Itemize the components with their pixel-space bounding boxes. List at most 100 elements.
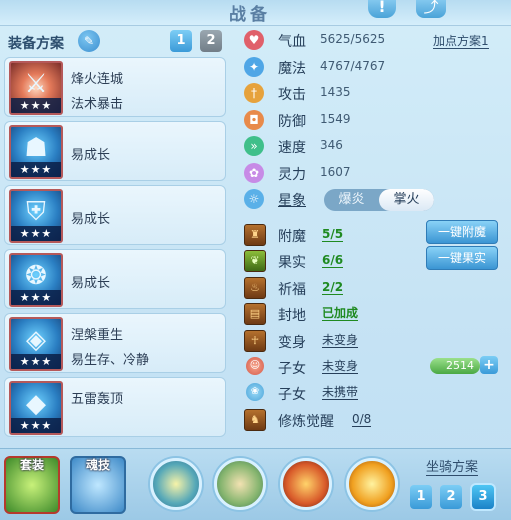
- mount-plan-label[interactable]: 坐骑方案: [426, 460, 479, 476]
- stat-value: 1435: [320, 85, 351, 99]
- equip-plan-tab-1[interactable]: 1: [170, 30, 192, 52]
- stat-value: 1549: [320, 111, 351, 126]
- star-rating: ★★★: [11, 290, 61, 305]
- stat-value: 5625/5625: [320, 32, 386, 46]
- defense-icon: ◘: [244, 109, 264, 130]
- page-title: 战备: [229, 5, 271, 25]
- equipment-trait: 易成长: [71, 212, 111, 227]
- enhance-label: 子女: [278, 387, 306, 404]
- enhance-label: 变身: [278, 334, 306, 351]
- enhance-label: 封地: [278, 308, 306, 325]
- enhance-value[interactable]: 0/8: [352, 412, 372, 427]
- enhance-row-transform: ☥ 变身 未变身: [240, 328, 505, 354]
- speed-icon: »: [244, 136, 264, 156]
- one-click-enchant-button[interactable]: 一键附魔: [426, 220, 498, 244]
- territory-icon: ▤: [244, 303, 266, 326]
- attribute-stats: ♥ 气血 5625/5625 加点方案1 ✦ 魔法 4767/4767 † 攻击…: [240, 28, 505, 214]
- blue-belt-icon: ◈ ★★★: [9, 317, 63, 371]
- bless-icon: ♨: [244, 276, 266, 299]
- equipment-slot-necklace[interactable]: ❂ ★★★ 易成长: [4, 249, 226, 309]
- blue-helmet-icon: ☗ ★★★: [9, 125, 63, 179]
- mount-plan-tab-1[interactable]: 1: [410, 485, 432, 509]
- soul-skill-label: 魂技: [86, 458, 111, 472]
- enchant-icon: ♜: [244, 224, 266, 246]
- enhance-row-child-carry: ❀ 子女 未携带: [240, 380, 505, 406]
- wind-orb-icon[interactable]: [150, 458, 202, 510]
- star-rating: ★★★: [11, 354, 61, 369]
- enhance-value[interactable]: 未携带: [322, 386, 359, 401]
- spirit-icon: ✿: [244, 162, 264, 183]
- share-icon[interactable]: ⤴: [416, 0, 446, 18]
- stat-label: 气血: [278, 34, 306, 50]
- equipment-name: 涅槃重生: [71, 328, 124, 343]
- stat-label: 攻击: [278, 87, 306, 103]
- enhance-label: 修炼觉醒: [278, 413, 334, 430]
- stat-row-speed: » 速度 346: [240, 134, 505, 161]
- enhance-value: 2/2: [322, 279, 344, 295]
- enhance-label: 祈福: [278, 281, 306, 298]
- stat-label: 防御: [278, 113, 306, 130]
- attack-icon: †: [244, 83, 264, 103]
- enhance-label: 子女: [278, 360, 306, 377]
- stat-value: 4767/4767: [320, 58, 386, 73]
- equipment-name: 五雷轰顶: [71, 392, 124, 407]
- fruit-icon: ❦: [244, 250, 266, 273]
- equipment-name: 烽火连城: [71, 72, 124, 87]
- enhancement-list: ♜ 附魔 5/5 一键附魔 ❦ 果实 6/6 一键果实 ♨ 祈福 2/2 ▤ 封…: [240, 220, 505, 433]
- equipment-slot-armor[interactable]: ⛨ ★★★ 易成长: [4, 185, 226, 245]
- equipment-trait: 易成长: [71, 276, 111, 291]
- stat-row-attack: † 攻击 1435: [240, 81, 505, 108]
- element-option-zhanghuo[interactable]: 掌火: [379, 189, 434, 211]
- enhance-row-territory: ▤ 封地 已加成: [240, 301, 505, 327]
- star-rating: ★★★: [11, 418, 61, 433]
- stat-value: 346: [320, 138, 343, 152]
- enhance-value: 6/6: [322, 253, 344, 269]
- star-sign-row: ☼ 星象 爆炎 掌火: [240, 187, 505, 214]
- blue-boots-icon: ◆ ★★★: [9, 381, 63, 435]
- paw-icon: ❀: [246, 383, 264, 402]
- battle-prep-panel: 战备 ! ⤴ 装备方案 ✎ 1 2 ⚔ ★★★ 烽火连城 法术暴击 ☗ ★★★ …: [0, 0, 511, 520]
- mount-plan-tab-2[interactable]: 2: [440, 485, 462, 509]
- flame-burst-orb-icon[interactable]: [346, 458, 398, 510]
- stat-label: 速度: [278, 140, 306, 156]
- child-power-bar: 2514: [430, 357, 480, 374]
- element-toggle[interactable]: 爆炎 掌火: [324, 189, 434, 211]
- stat-row-mp: ✦ 魔法 4767/4767: [240, 55, 505, 82]
- equipment-slot-boots[interactable]: ◆ ★★★ 五雷轰顶: [4, 377, 226, 437]
- fire-sword-icon: ⚔ ★★★: [9, 61, 63, 115]
- equipment-trait: 易生存、冷静: [71, 353, 150, 368]
- exclamation-icon[interactable]: !: [368, 0, 396, 18]
- fire-orb-icon[interactable]: [280, 458, 332, 510]
- transform-icon: ☥: [244, 329, 266, 352]
- enhance-label: 附魔: [278, 229, 306, 245]
- blue-armor-icon: ⛨ ★★★: [9, 189, 63, 243]
- stat-label: 灵力: [278, 166, 306, 183]
- equipment-slot-weapon[interactable]: ⚔ ★★★ 烽火连城 法术暴击: [4, 57, 226, 117]
- stat-value: 1607: [320, 164, 351, 179]
- equipment-trait: 易成长: [71, 148, 111, 163]
- set-bonus-label: 套装: [20, 458, 45, 472]
- element-option-baoyan[interactable]: 爆炎: [324, 189, 379, 211]
- enhance-value[interactable]: 未变身: [322, 333, 359, 348]
- plus-icon[interactable]: +: [480, 355, 498, 374]
- star-sign-icon: ☼: [244, 189, 264, 209]
- equip-plan-label: 装备方案: [8, 36, 64, 52]
- equipment-slot-helmet[interactable]: ☗ ★★★ 易成长: [4, 121, 226, 181]
- blue-necklace-icon: ❂ ★★★: [9, 253, 63, 307]
- nature-orb-icon[interactable]: [214, 458, 266, 510]
- equip-plan-tab-2[interactable]: 2: [200, 30, 222, 52]
- cultivation-icon: ♞: [244, 408, 266, 431]
- pencil-icon[interactable]: ✎: [78, 30, 100, 52]
- enhance-row-bless: ♨ 祈福 2/2: [240, 275, 505, 301]
- star-sign-label: 星象: [278, 193, 306, 209]
- enhance-row-fruit: ❦ 果实 6/6 一键果实: [240, 246, 505, 274]
- mana-star-icon: ✦: [244, 56, 264, 77]
- star-rating: ★★★: [11, 226, 61, 241]
- equipment-slot-belt[interactable]: ◈ ★★★ 涅槃重生 易生存、冷静: [4, 313, 226, 373]
- child-icon: ☺: [246, 356, 264, 375]
- one-click-fruit-button[interactable]: 一键果实: [426, 246, 498, 271]
- mount-plan-tab-3[interactable]: 3: [472, 485, 494, 509]
- add-point-plan-link[interactable]: 加点方案1: [433, 34, 489, 49]
- enhance-value[interactable]: 未变身: [322, 359, 359, 374]
- equipment-trait: 法术暴击: [71, 97, 124, 112]
